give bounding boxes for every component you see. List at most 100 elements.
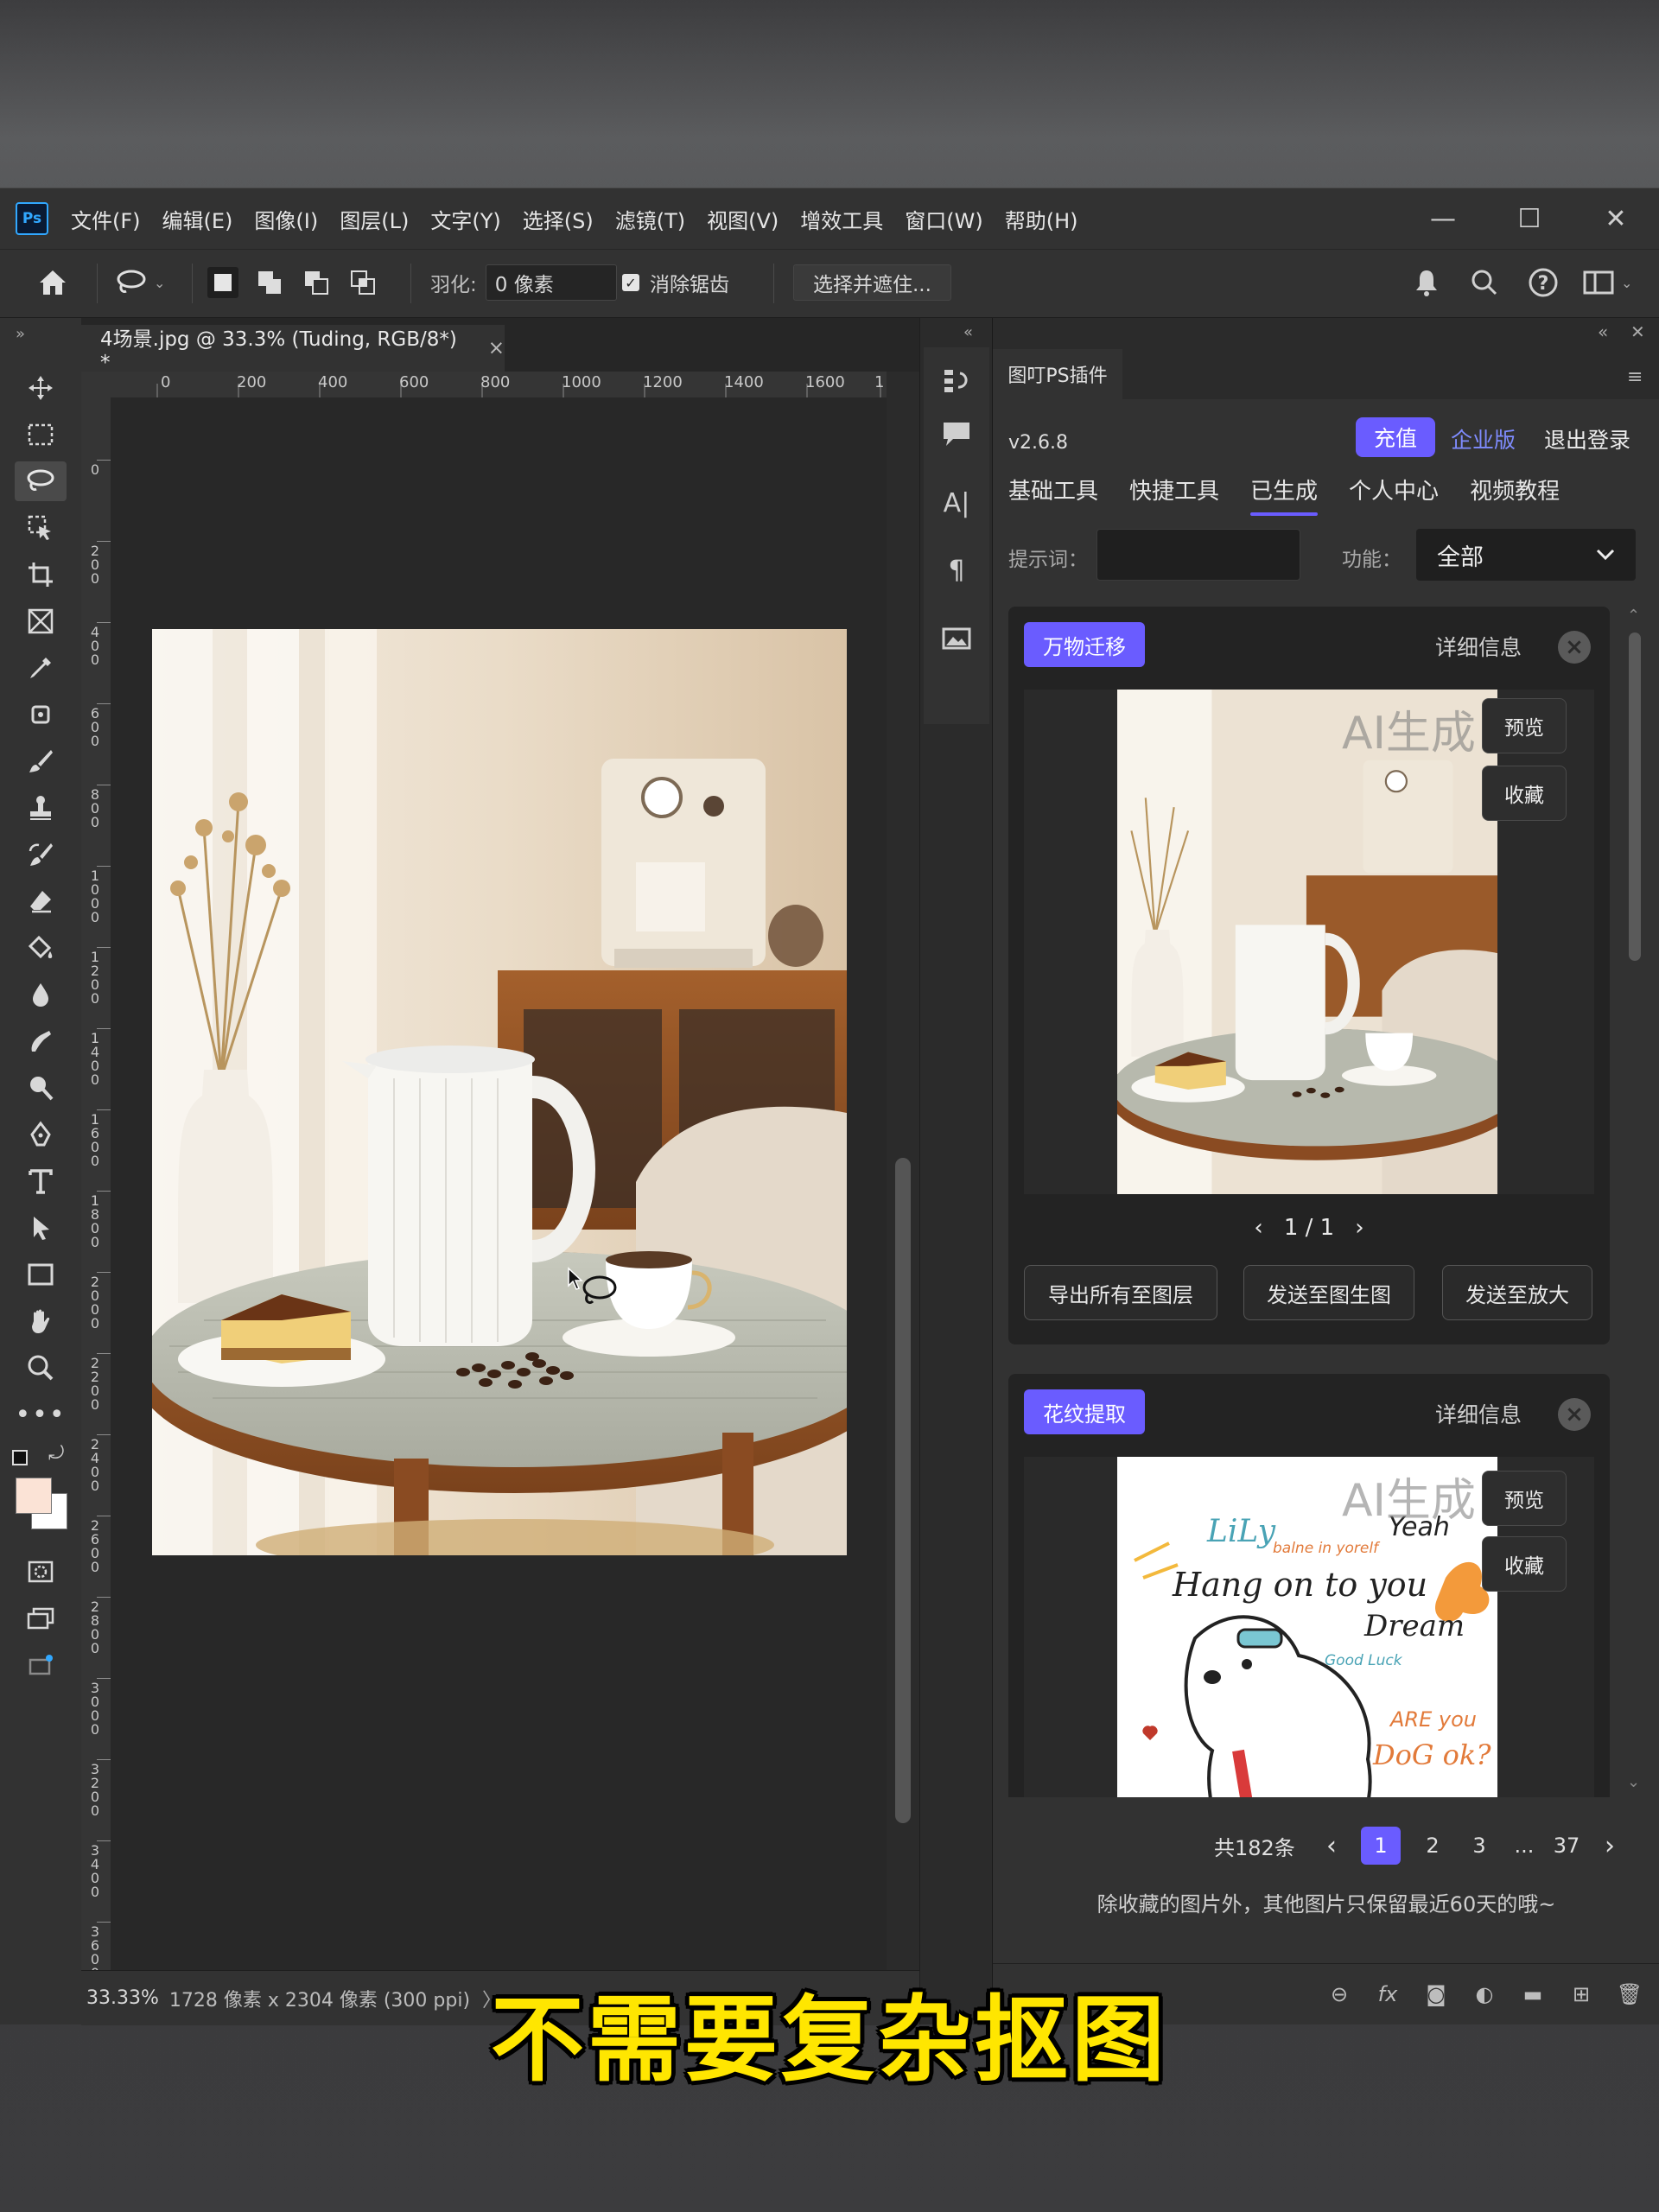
quick-mask-button[interactable] (15, 1552, 67, 1592)
maximize-button[interactable]: ☐ (1486, 204, 1573, 234)
tab-personal-center[interactable]: 个人中心 (1349, 474, 1439, 516)
pen-tool[interactable] (15, 1115, 67, 1154)
preview-button[interactable]: 预览 (1482, 1471, 1567, 1526)
next-page-icon[interactable]: › (1605, 1827, 1615, 1865)
menu-plugins[interactable]: 增效工具 (800, 204, 883, 234)
close-panel-icon[interactable]: ✕ (1630, 321, 1645, 342)
preview-button[interactable]: 预览 (1482, 698, 1567, 753)
chevron-right-icon[interactable]: › (1355, 1215, 1363, 1241)
feather-input[interactable]: 0 像素 (485, 264, 617, 301)
function-select[interactable]: 全部 (1416, 529, 1636, 581)
path-selection-tool[interactable] (15, 1208, 67, 1248)
tab-quick-tools[interactable]: 快捷工具 (1129, 474, 1219, 516)
page-button-last[interactable]: 37 (1551, 1827, 1582, 1865)
screen-mode-button[interactable] (15, 1599, 67, 1638)
select-and-mask-button[interactable]: 选择并遮住... (793, 262, 951, 303)
document-canvas[interactable] (135, 629, 895, 1571)
eyedropper-tool[interactable] (15, 648, 67, 688)
result-image[interactable]: LiLy balne in yorelf Yeah Hang on to you… (1117, 1457, 1497, 1797)
menu-file[interactable]: 文件(F) (71, 204, 141, 234)
smudge-tool[interactable] (15, 1021, 67, 1061)
history-panel-button[interactable] (939, 365, 974, 399)
search-button[interactable] (1471, 262, 1498, 303)
spot-healing-tool[interactable] (15, 695, 67, 734)
generated-results-list[interactable]: 万物迁移 详细信息 × AI生成 预览 收藏 ‹ 1 / 1 › 导出所有至图层… (1008, 607, 1610, 1797)
object-selection-tool[interactable] (15, 508, 67, 548)
menu-layer[interactable]: 图层(L) (340, 204, 409, 234)
send-to-upscale-button[interactable]: 发送至放大 (1442, 1265, 1592, 1320)
details-link[interactable]: 详细信息 (1435, 631, 1522, 662)
foreground-color-swatch[interactable] (16, 1478, 52, 1514)
menu-window[interactable]: 窗口(W) (905, 204, 982, 234)
results-scrollbar[interactable]: ⌃ ⌄ (1624, 607, 1646, 1797)
details-link[interactable]: 详细信息 (1435, 1398, 1522, 1429)
type-tool[interactable] (15, 1161, 67, 1201)
close-tab-icon[interactable]: × (488, 337, 505, 359)
paint-bucket-tool[interactable] (15, 928, 67, 968)
plugin-panel-tab[interactable]: 图叮PS插件 (993, 349, 1122, 401)
notifications-button[interactable] (1414, 262, 1440, 303)
canvas-scrollbar-thumb[interactable] (895, 1158, 911, 1823)
workspace-button[interactable]: ⌄ (1583, 262, 1632, 303)
page-button-2[interactable]: 2 (1421, 1827, 1444, 1865)
menu-edit[interactable]: 编辑(E) (162, 204, 233, 234)
delete-result-button[interactable]: × (1558, 1398, 1591, 1431)
canvas-area[interactable] (111, 397, 895, 1970)
prev-page-icon[interactable]: ‹ (1326, 1827, 1337, 1865)
menu-select[interactable]: 选择(S) (523, 204, 594, 234)
favorite-button[interactable]: 收藏 (1482, 1536, 1567, 1592)
new-selection-button[interactable] (207, 267, 238, 298)
marquee-tool[interactable] (15, 415, 67, 454)
rectangle-tool[interactable] (15, 1255, 67, 1294)
frame-tool[interactable] (15, 601, 67, 641)
result-image[interactable]: AI生成 (1117, 690, 1497, 1194)
comments-panel-button[interactable] (939, 416, 974, 451)
add-selection-button[interactable] (254, 267, 285, 298)
logout-link[interactable]: 退出登录 (1544, 423, 1630, 454)
document-tab[interactable]: 4场景.jpg @ 33.3% (Tuding, RGB/8*) * × (81, 325, 505, 374)
help-button[interactable]: ? (1528, 262, 1559, 303)
default-colors-icon[interactable] (12, 1450, 28, 1465)
menu-filter[interactable]: 滤镜(T) (615, 204, 685, 234)
favorite-button[interactable]: 收藏 (1482, 766, 1567, 821)
subtract-selection-button[interactable] (301, 267, 332, 298)
home-button[interactable] (36, 262, 69, 303)
generative-tool[interactable] (15, 1645, 67, 1685)
menu-view[interactable]: 视图(V) (707, 204, 779, 234)
stamp-tool[interactable] (15, 788, 67, 828)
tab-video-tutorials[interactable]: 视频教程 (1470, 474, 1560, 516)
close-window-button[interactable]: ✕ (1573, 204, 1659, 234)
libraries-panel-button[interactable] (939, 620, 974, 655)
lasso-tool[interactable] (15, 461, 67, 501)
zoom-tool[interactable] (15, 1348, 67, 1388)
collapse-toolbar-icon[interactable]: » (16, 325, 25, 343)
blur-tool[interactable] (15, 975, 67, 1014)
scroll-up-icon[interactable]: ⌃ (1627, 607, 1640, 625)
antialias-checkbox[interactable]: ✓ (622, 274, 639, 291)
recharge-button[interactable]: 充值 (1356, 417, 1435, 457)
character-panel-button[interactable]: A| (939, 486, 974, 520)
scroll-down-icon[interactable]: ⌄ (1627, 1773, 1640, 1791)
canvas-scrollbar[interactable] (887, 372, 919, 1970)
enterprise-link[interactable]: 企业版 (1451, 423, 1516, 454)
export-all-to-layers-button[interactable]: 导出所有至图层 (1024, 1265, 1217, 1320)
page-button-1[interactable]: 1 (1361, 1827, 1401, 1865)
lasso-preset-picker[interactable]: ⌄ (114, 262, 165, 303)
collapse-panels-icon[interactable]: « (963, 323, 973, 341)
menu-help[interactable]: 帮助(H) (1005, 204, 1078, 234)
crop-tool[interactable] (15, 555, 67, 594)
eraser-tool[interactable] (15, 881, 67, 921)
dodge-tool[interactable] (15, 1068, 67, 1108)
tab-basic-tools[interactable]: 基础工具 (1008, 474, 1098, 516)
history-brush-tool[interactable] (15, 835, 67, 874)
results-scrollbar-thumb[interactable] (1629, 632, 1641, 961)
swap-colors-icon[interactable]: ⤾ (48, 1443, 64, 1465)
paragraph-panel-button[interactable]: ¶ (939, 553, 974, 588)
menu-image[interactable]: 图像(I) (254, 204, 318, 234)
brush-tool[interactable] (15, 741, 67, 781)
move-tool[interactable] (15, 368, 67, 408)
send-to-img2img-button[interactable]: 发送至图生图 (1243, 1265, 1414, 1320)
intersect-selection-button[interactable] (347, 267, 378, 298)
minimize-button[interactable]: — (1400, 204, 1486, 234)
chevron-left-icon[interactable]: ‹ (1254, 1215, 1262, 1241)
